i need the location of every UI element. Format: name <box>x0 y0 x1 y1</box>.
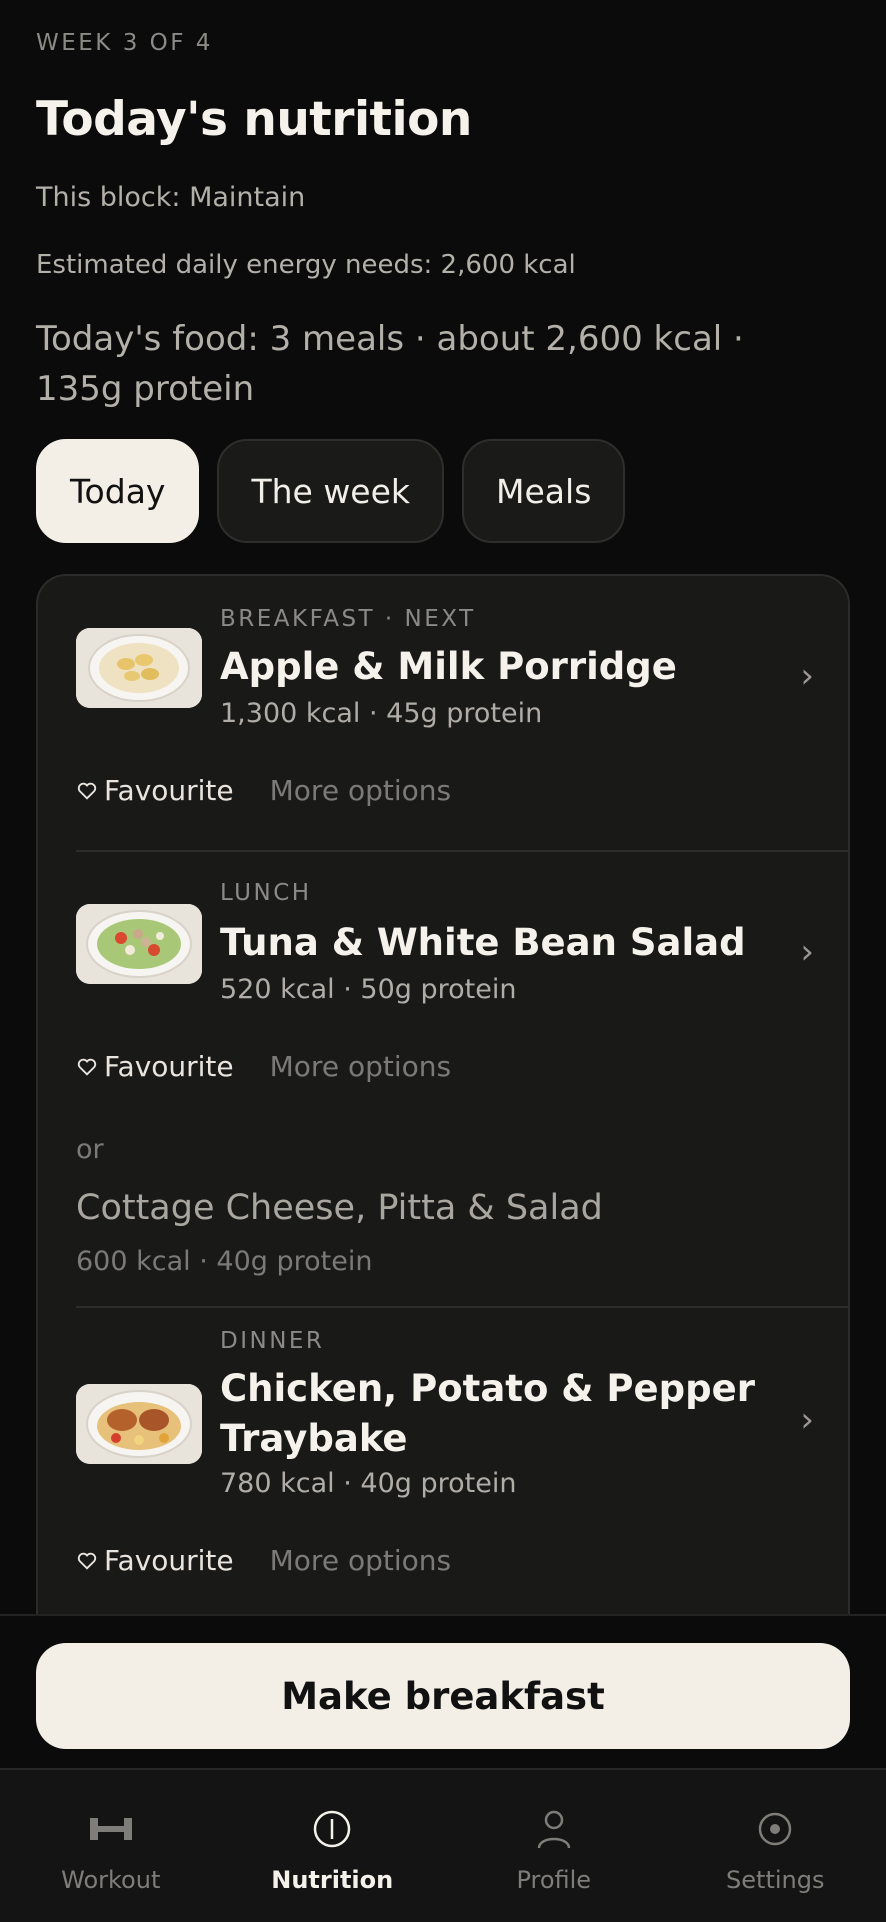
salad-image <box>76 904 202 984</box>
meals-card: BREAKFAST · NEXT Apple & Milk Porridge 1… <box>36 574 850 1674</box>
nav-label: Workout <box>61 1866 160 1894</box>
nav-profile[interactable]: Profile <box>443 1770 665 1922</box>
alternative-meal-name[interactable]: Cottage Cheese, Pitta & Salad <box>76 1188 603 1228</box>
chevron-right-icon: › <box>800 1400 814 1440</box>
meal-name: Chicken, Potato & Pepper Traybake <box>220 1364 780 1464</box>
tab-today[interactable]: Today <box>36 439 199 543</box>
week-label: WEEK 3 OF 4 <box>36 30 213 56</box>
meal-meta: 780 kcal · 40g protein <box>220 1468 516 1499</box>
meal-name: Apple & Milk Porridge <box>220 642 780 692</box>
nav-label: Profile <box>516 1866 591 1894</box>
energy-needs: Estimated daily energy needs: 2,600 kcal <box>36 250 576 280</box>
bottom-nav: Workout Nutrition Profile Settings <box>0 1768 886 1922</box>
heart-icon <box>76 780 98 802</box>
favourite-label: Favourite <box>104 1544 234 1577</box>
meal-lunch[interactable]: LUNCH Tuna & White Bean Salad 520 kcal ·… <box>38 852 848 1192</box>
person-icon <box>531 1806 577 1852</box>
favourite-label: Favourite <box>104 1050 234 1083</box>
more-options-button[interactable]: More options <box>270 1050 451 1083</box>
settings-icon <box>752 1806 798 1852</box>
more-options-button[interactable]: More options <box>270 1544 451 1577</box>
block-status: This block: Maintain <box>36 182 305 213</box>
nav-nutrition[interactable]: Nutrition <box>222 1770 444 1922</box>
page-title: Today's nutrition <box>36 92 472 147</box>
nav-workout[interactable]: Workout <box>0 1770 222 1922</box>
view-tabs: Today The week Meals <box>36 439 625 543</box>
chevron-right-icon: › <box>800 656 814 696</box>
dumbbell-icon <box>88 1806 134 1852</box>
meal-actions: Favourite More options <box>76 774 451 807</box>
meal-tag: LUNCH <box>220 880 312 906</box>
porridge-image <box>76 628 202 708</box>
tab-the-week[interactable]: The week <box>217 439 444 543</box>
nav-label: Nutrition <box>271 1866 393 1894</box>
meal-actions: Favourite More options <box>76 1544 451 1577</box>
favourite-button[interactable]: Favourite <box>76 1050 234 1083</box>
cta-area: Make breakfast <box>0 1614 886 1772</box>
chevron-right-icon: › <box>800 932 814 972</box>
make-breakfast-button[interactable]: Make breakfast <box>36 1643 850 1749</box>
meal-name: Tuna & White Bean Salad <box>220 918 780 968</box>
nutrition-icon <box>309 1806 355 1852</box>
traybake-image <box>76 1384 202 1464</box>
alternative-or-label: or <box>76 1134 104 1165</box>
meal-tag: BREAKFAST · NEXT <box>220 606 476 632</box>
meal-actions: Favourite More options <box>76 1050 451 1083</box>
food-summary: Today's food: 3 meals · about 2,600 kcal… <box>36 314 836 414</box>
nutrition-screen: WEEK 3 OF 4 Today's nutrition This block… <box>0 0 886 1920</box>
meal-meta: 520 kcal · 50g protein <box>220 974 516 1005</box>
nav-label: Settings <box>726 1866 824 1894</box>
more-options-button[interactable]: More options <box>270 774 451 807</box>
meal-tag: DINNER <box>220 1328 324 1354</box>
meal-breakfast[interactable]: BREAKFAST · NEXT Apple & Milk Porridge 1… <box>38 576 848 852</box>
nav-settings[interactable]: Settings <box>665 1770 886 1922</box>
favourite-button[interactable]: Favourite <box>76 774 234 807</box>
alternative-meal-meta: 600 kcal · 40g protein <box>76 1246 372 1277</box>
heart-icon <box>76 1550 98 1572</box>
meal-meta: 1,300 kcal · 45g protein <box>220 698 542 729</box>
tab-meals[interactable]: Meals <box>462 439 625 543</box>
heart-icon <box>76 1056 98 1078</box>
favourite-label: Favourite <box>104 774 234 807</box>
favourite-button[interactable]: Favourite <box>76 1544 234 1577</box>
